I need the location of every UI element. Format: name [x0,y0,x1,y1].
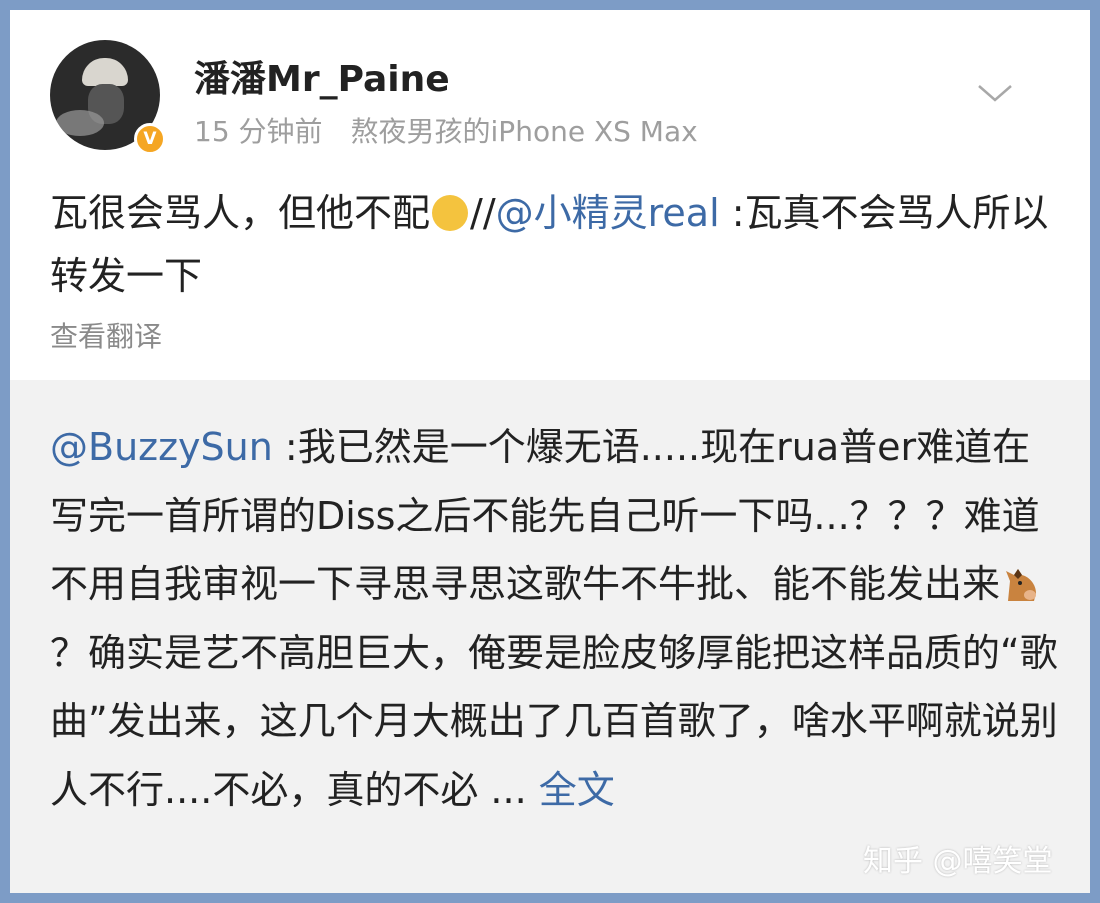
verified-badge-icon: V [134,123,166,155]
mention-link[interactable]: @小精灵real [496,191,720,235]
weibo-post-card: V 潘潘Mr_Paine 15 分钟前 熬夜男孩的iPhone XS Max 瓦很… [10,10,1090,893]
quoted-mention-link[interactable]: @BuzzySun [50,425,273,469]
avatar-cap [82,58,128,86]
avatar-smoke [56,110,104,136]
post-text-main: 瓦很会骂人，但他不配 [50,191,431,235]
repost-separator: // [470,191,496,235]
horse-face-icon [1006,569,1037,601]
chevron-down-icon[interactable] [975,78,1015,108]
translate-link[interactable]: 查看翻译 [50,315,162,355]
post-time: 15 分钟前 [194,115,323,148]
full-text-link[interactable]: 全文 [539,768,615,812]
post-source: 熬夜男孩的iPhone XS Max [350,115,698,148]
username[interactable]: 潘潘Mr_Paine [194,50,450,102]
quoted-text: @BuzzySun :我已然是一个爆无语.....现在rua普er难道在写完一首… [50,413,1060,824]
watermark: 知乎 @嘻笑堂 [863,844,1053,879]
post-text: 瓦很会骂人，但他不配//@小精灵real :瓦真不会骂人所以转发一下 [50,182,1060,308]
quoted-ellipsis: ... [490,767,539,812]
post-meta: 15 分钟前 熬夜男孩的iPhone XS Max [194,110,698,150]
smirk-face-icon [432,195,469,231]
